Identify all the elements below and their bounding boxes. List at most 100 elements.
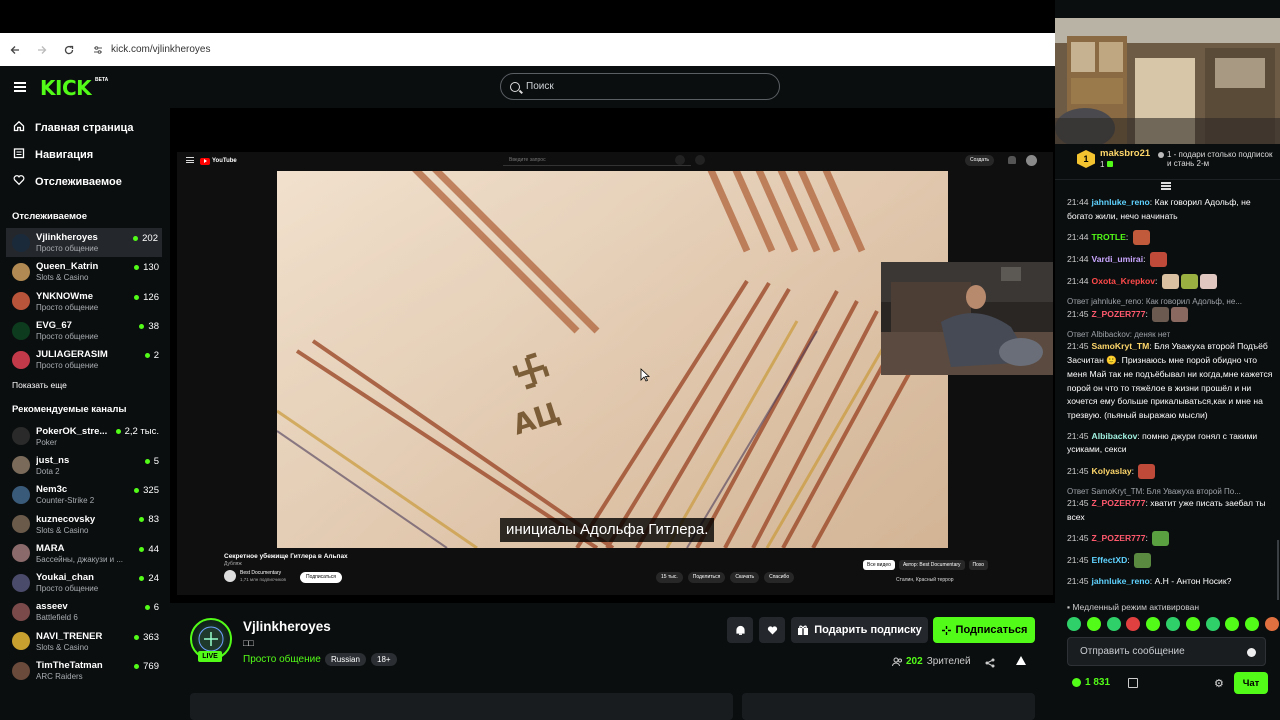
sidebar-channel[interactable]: MARA Бассейны, джакузи и ... 44 xyxy=(0,539,170,568)
message-username[interactable]: Z_POZER777 xyxy=(1092,498,1146,508)
avatar xyxy=(12,321,30,340)
quick-emote-icon[interactable] xyxy=(1225,617,1240,631)
chat-send-button[interactable]: Чат xyxy=(1234,672,1268,694)
quick-emote-icon[interactable] xyxy=(1264,617,1279,631)
yt-like-button: 15 тыс. xyxy=(656,572,683,583)
message-text: А.Н - Антон Носик? xyxy=(1154,576,1232,587)
message-username[interactable]: Albibackov xyxy=(1092,431,1138,441)
quick-emote-icon[interactable] xyxy=(1086,617,1101,631)
chat-input-box[interactable] xyxy=(1067,637,1266,666)
address-field[interactable]: kick.com/vjlinkheroyes xyxy=(91,38,210,62)
screen: kick.com/vjlinkheroyes KICK BETA Главная… xyxy=(0,0,1280,720)
sidebar-channel[interactable]: TimTheTatman ARC Raiders 769 xyxy=(0,656,170,685)
message-username[interactable]: Kolyaslay xyxy=(1092,466,1132,476)
channel-name: Queen_Katrin xyxy=(36,261,99,273)
menu-icon[interactable] xyxy=(14,82,26,92)
stream-category-link[interactable]: Просто общение xyxy=(243,654,321,665)
reply-context[interactable]: Ответ Albibackov: деняк нет xyxy=(1067,329,1273,340)
reload-button[interactable] xyxy=(57,38,81,62)
gift-subscription-button[interactable]: Подарить подписку xyxy=(791,617,928,643)
search-input[interactable] xyxy=(526,81,756,92)
chat-message: 21:44 jahnluke_reno: Как говорил Адольф, … xyxy=(1067,196,1273,223)
quick-emote-icon[interactable] xyxy=(1165,617,1180,631)
viewer-number: 5 xyxy=(153,455,159,467)
message-username[interactable]: Oxota_Krepkov xyxy=(1092,276,1156,286)
share-icon[interactable] xyxy=(985,658,995,671)
gear-icon[interactable]: ⚙ xyxy=(1214,677,1224,690)
channel-name: Nem3c xyxy=(36,484,68,496)
arrow-left-icon xyxy=(10,45,19,54)
tune-icon[interactable] xyxy=(91,43,105,57)
sidebar-channel[interactable]: PokerOK_stre... Poker 2,2 тыс. xyxy=(0,421,170,450)
nav-home[interactable]: Главная страница xyxy=(0,114,170,141)
favorite-button[interactable] xyxy=(759,617,785,643)
store-icon[interactable] xyxy=(1128,678,1138,688)
quick-emote-icon[interactable] xyxy=(1126,617,1141,631)
message-username[interactable]: EffectXD xyxy=(1092,555,1128,565)
message-time: 21:45 xyxy=(1067,341,1089,352)
video-player[interactable]: YouTube Введите запрос Создать АЦ инициа… xyxy=(170,108,1055,603)
youtube-header: YouTube Введите запрос Создать xyxy=(177,152,1053,170)
collapse-icon[interactable] xyxy=(1161,182,1171,190)
search-box[interactable] xyxy=(500,73,780,100)
nav-browse[interactable]: Навигация xyxy=(0,141,170,168)
avatar xyxy=(12,350,30,369)
sidebar-channel[interactable]: kuznecovsky Slots & Casino 83 xyxy=(0,509,170,538)
sidebar-channel[interactable]: EVG_67 Просто общение 38 xyxy=(0,316,170,345)
notifications-button[interactable] xyxy=(727,617,753,643)
show-more-link[interactable]: Показать еще xyxy=(0,380,170,390)
yt-chip: Автор: Best Documentary xyxy=(898,560,965,570)
tag-age[interactable]: 18+ xyxy=(371,653,397,666)
quick-emote-icon[interactable] xyxy=(1146,617,1161,631)
quick-emote-icon[interactable] xyxy=(1067,617,1081,631)
chat-message: Ответ Albibackov: деняк нет 21:45 SamoKryt… xyxy=(1067,329,1273,422)
chat-input[interactable] xyxy=(1080,646,1240,657)
sidebar-channel[interactable]: Queen_Katrin Slots & Casino 130 xyxy=(0,257,170,286)
chat-scrollbar[interactable] xyxy=(1277,540,1279,600)
nav-following[interactable]: Отслеживаемое xyxy=(0,168,170,195)
recommended-title: Рекомендуемые каналы xyxy=(12,404,127,416)
message-username[interactable]: jahnluke_reno xyxy=(1092,197,1150,207)
message-username[interactable]: Z_POZER777 xyxy=(1092,533,1146,543)
sidebar-channel[interactable]: YNKNOWme Просто общение 126 xyxy=(0,287,170,316)
message-username[interactable]: jahnluke_reno xyxy=(1092,576,1150,586)
channel-text: Queen_Katrin Slots & Casino xyxy=(36,261,132,282)
forward-button[interactable] xyxy=(30,38,54,62)
sidebar-channel[interactable]: NAVI_TRENER Slots & Casino 363 xyxy=(0,627,170,656)
sidebar-channel[interactable]: Vjlinkheroyes Просто общение 202 xyxy=(6,228,162,258)
quick-emote-icon[interactable] xyxy=(1106,617,1121,631)
chat-message: 21:45 Albibackov: помню джури гонял с так… xyxy=(1067,430,1273,457)
reply-context[interactable]: Ответ SamoKryt_TM: Бля Уважуха второй По… xyxy=(1067,486,1273,497)
quick-emote-icon[interactable] xyxy=(1185,617,1200,631)
quick-emote-icon[interactable] xyxy=(1245,617,1260,631)
sidebar-channel[interactable]: Youkai_chan Просто общение 24 xyxy=(0,568,170,597)
yt-share-button: Поделиться xyxy=(687,572,726,583)
beta-label: BETA xyxy=(95,77,109,83)
quick-emote-icon[interactable] xyxy=(1205,617,1220,631)
viewer-number: 126 xyxy=(143,291,159,303)
channel-name: YNKNOWme xyxy=(36,290,94,302)
back-button[interactable] xyxy=(3,38,27,62)
message-username[interactable]: TROTLE xyxy=(1092,232,1126,242)
emote-icon xyxy=(1199,274,1217,290)
channel-points[interactable]: 1 831 xyxy=(1072,677,1110,688)
subscribe-button[interactable]: Подписаться xyxy=(933,617,1035,643)
pinned-gift-leader[interactable]: 1 maksbro21 1 1 - подари столько подписо… xyxy=(1055,144,1280,180)
sidebar-channel[interactable]: asseev Battlefield 6 6 xyxy=(0,597,170,626)
message-username[interactable]: Vardi_umirai xyxy=(1092,254,1144,264)
message-username[interactable]: SamoKryt_TM xyxy=(1092,341,1150,351)
sidebar-channel[interactable]: just_ns Dota 2 5 xyxy=(0,451,170,480)
yt-channel-avatar xyxy=(224,570,236,582)
kick-logo[interactable]: KICK xyxy=(40,76,92,100)
sidebar-channel[interactable]: Nem3c Counter-Strike 2 325 xyxy=(0,480,170,509)
warning-icon[interactable] xyxy=(1016,656,1026,665)
message-username[interactable]: Z_POZER777 xyxy=(1092,309,1146,319)
mouse-cursor-icon xyxy=(640,368,650,382)
streamer-name[interactable]: Vjlinkheroyes xyxy=(243,619,331,634)
avatar xyxy=(12,544,30,563)
sidebar-channel[interactable]: JULIAGERASIM Просто общение 2 xyxy=(0,345,170,374)
emoji-icon[interactable] xyxy=(1247,648,1256,657)
tag-language[interactable]: Russian xyxy=(325,653,366,666)
reply-context[interactable]: Ответ jahnluke_reno: Как говорил Адольф,… xyxy=(1067,296,1273,307)
pinned-username[interactable]: maksbro21 xyxy=(1100,148,1150,159)
